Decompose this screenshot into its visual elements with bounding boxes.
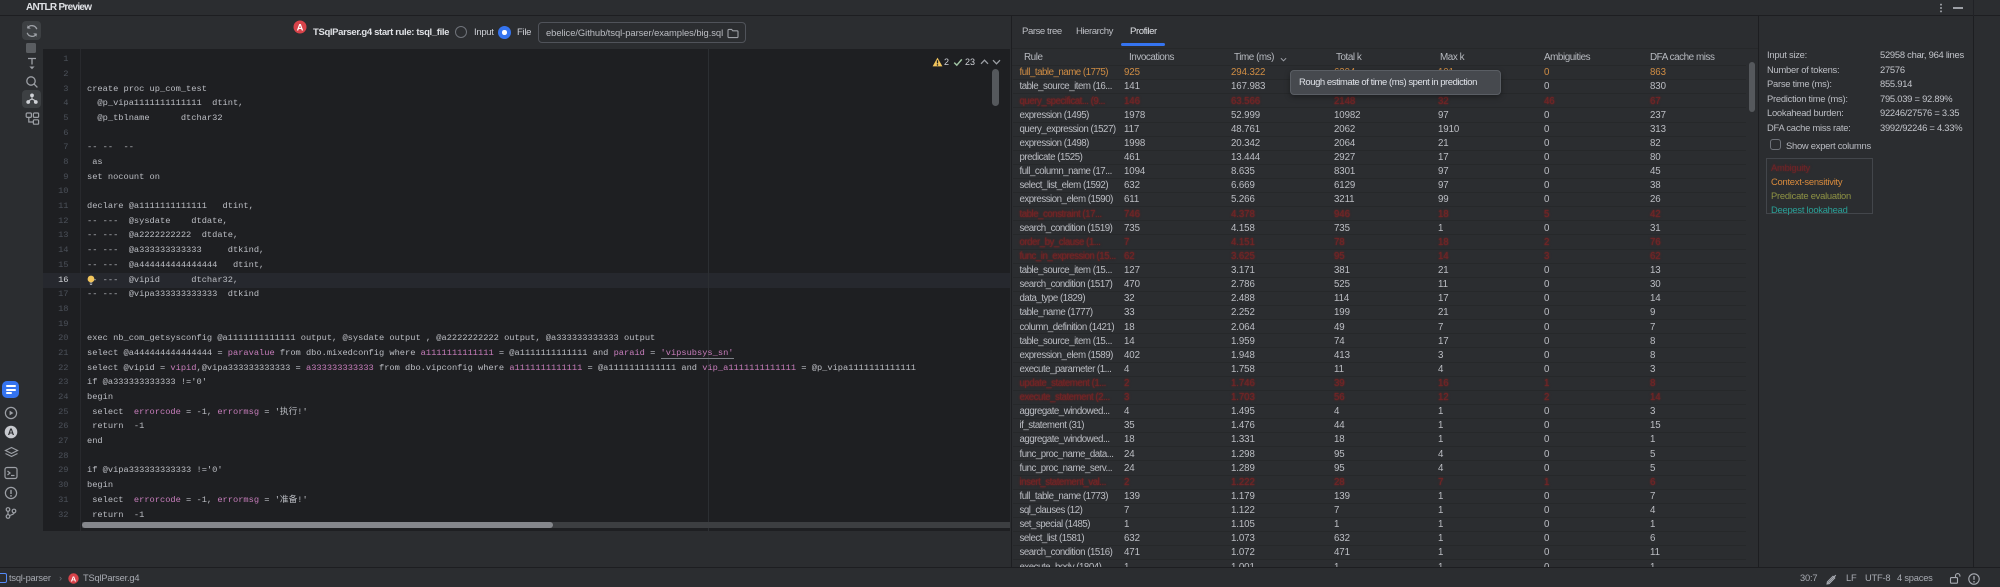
svg-text:A: A	[8, 427, 15, 437]
svg-text:A: A	[71, 574, 77, 583]
svg-text:A: A	[297, 21, 304, 32]
